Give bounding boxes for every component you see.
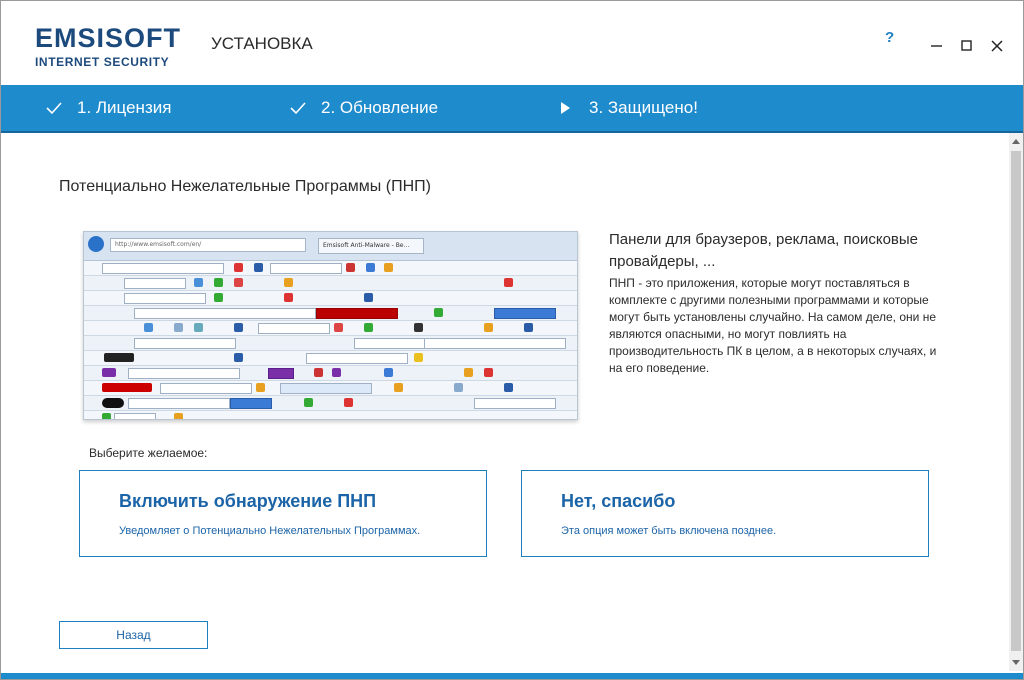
scroll-up-button[interactable] xyxy=(1009,133,1023,149)
toolbar-row xyxy=(84,381,577,396)
logo-sub: INTERNET SECURITY xyxy=(35,55,170,69)
browser-address: http://www.emsisoft.com/en/ xyxy=(110,238,306,252)
minimize-icon xyxy=(931,45,942,47)
enable-pup-detection-button[interactable]: Включить обнаружение ПНП Уведомляет о По… xyxy=(79,470,487,557)
description-title: Панели для браузеров, реклама, поисковые… xyxy=(609,231,919,270)
toolbar-row xyxy=(84,411,577,419)
toolbar-row xyxy=(84,351,577,366)
window-title: УСТАНОВКА xyxy=(211,34,313,53)
vertical-scrollbar[interactable] xyxy=(1009,133,1023,671)
option-subtitle: Эта опция может быть включена позднее. xyxy=(561,525,777,537)
toolbars-illustration: http://www.emsisoft.com/en/ Emsisoft Ant… xyxy=(83,231,578,420)
minimize-button[interactable] xyxy=(925,33,949,57)
close-button[interactable] xyxy=(985,33,1009,57)
play-icon xyxy=(561,102,570,114)
check-icon xyxy=(290,102,306,115)
browser-top: http://www.emsisoft.com/en/ Emsisoft Ant… xyxy=(84,232,577,261)
step-label: 2. Обновление xyxy=(321,98,439,117)
back-button[interactable]: Назад xyxy=(59,621,208,649)
maximize-button[interactable] xyxy=(955,33,979,57)
toolbar-row xyxy=(84,396,577,411)
toolbar-row xyxy=(84,336,577,351)
bottom-strip xyxy=(1,673,1023,679)
browser-back-icon xyxy=(88,236,104,252)
check-icon xyxy=(46,102,62,115)
toolbar-row xyxy=(84,276,577,291)
help-button[interactable]: ? xyxy=(885,29,894,46)
chevron-down-icon xyxy=(1012,660,1020,665)
maximize-icon xyxy=(961,40,972,51)
step-license: 1. Лицензия xyxy=(45,85,171,131)
emsisoft-logo: EMSISOFT INTERNET SECURITY xyxy=(35,23,181,69)
description-body: ПНП - это приложения, которые могут пост… xyxy=(609,276,937,375)
step-protected: 3. Защищено! xyxy=(557,85,698,131)
page-heading: Потенциально Нежелательные Программы (ПН… xyxy=(59,178,431,195)
toolbar-row xyxy=(84,291,577,306)
pup-description: Панели для браузеров, реклама, поисковые… xyxy=(609,229,939,377)
step-label: 1. Лицензия xyxy=(77,98,172,117)
close-icon xyxy=(991,40,1003,52)
toolbar-row xyxy=(84,306,577,321)
option-title: Включить обнаружение ПНП xyxy=(119,491,377,511)
toolbar-row xyxy=(84,261,577,276)
title-bar: EMSISOFT INTERNET SECURITY УСТАНОВКА ? xyxy=(1,1,1023,85)
logo-main: EMSISOFT xyxy=(35,23,182,53)
step-update: 2. Обновление xyxy=(289,85,438,131)
toolbar-row xyxy=(84,321,577,336)
step-label: 3. Защищено! xyxy=(589,98,698,117)
option-title: Нет, спасибо xyxy=(561,491,676,511)
toolbar-row xyxy=(84,366,577,381)
scroll-down-button[interactable] xyxy=(1009,655,1023,671)
chevron-up-icon xyxy=(1012,139,1020,144)
no-thanks-button[interactable]: Нет, спасибо Эта опция может быть включе… xyxy=(521,470,929,557)
option-subtitle: Уведомляет о Потенциально Нежелательных … xyxy=(119,525,421,537)
installer-window: EMSISOFT INTERNET SECURITY УСТАНОВКА ? 1… xyxy=(0,0,1024,680)
scrollbar-thumb[interactable] xyxy=(1011,151,1021,651)
steps-bar: 1. Лицензия 2. Обновление 3. Защищено! xyxy=(1,85,1023,133)
browser-tab: Emsisoft Anti-Malware - Be... xyxy=(318,238,424,254)
choose-label: Выберите желаемое: xyxy=(89,446,208,460)
